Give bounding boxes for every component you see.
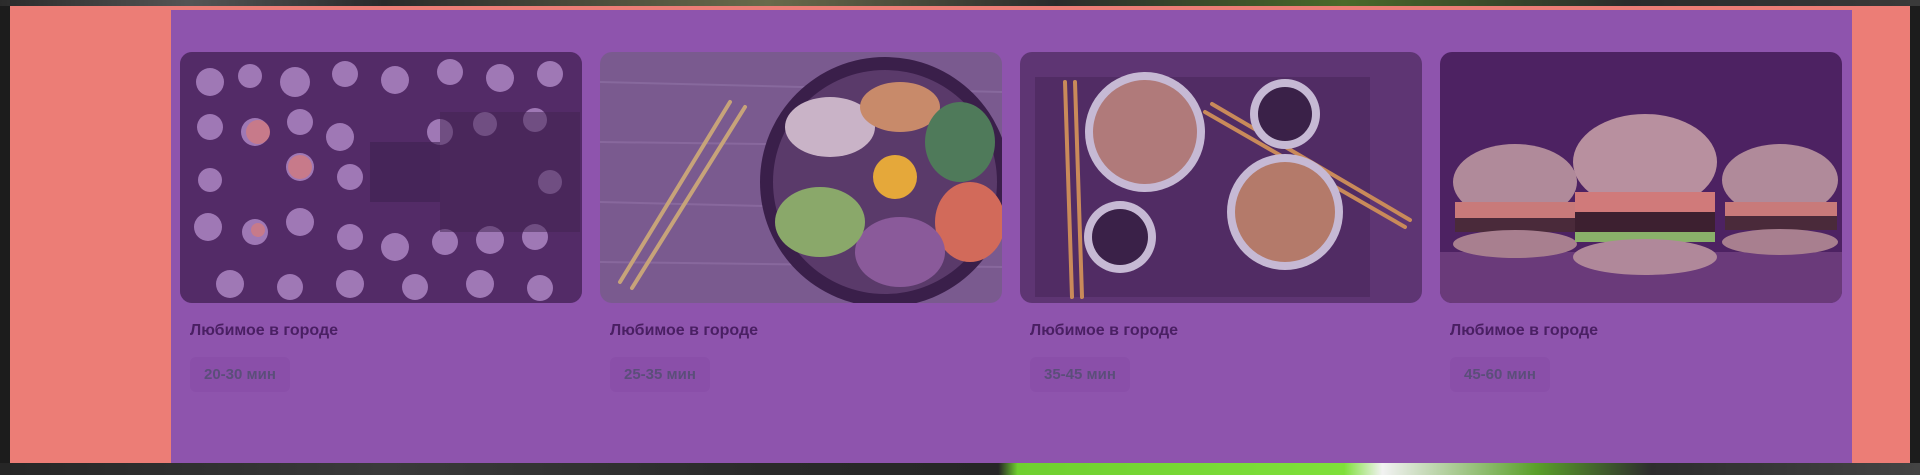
delivery-time-badge: 25-35 мин — [610, 357, 710, 392]
page: Любимое в городе 20-30 мин Любимое в гор… — [0, 0, 1920, 475]
dumplings-photo[interactable] — [180, 52, 582, 303]
restaurant-title: Любимое в городе — [190, 322, 339, 339]
delivery-time-badge: 35-45 мин — [1030, 357, 1130, 392]
restaurant-card[interactable]: Любимое в городе 20-30 мин — [180, 52, 582, 422]
noodles-photo[interactable] — [1020, 52, 1422, 303]
restaurant-card[interactable]: Любимое в городе 25-35 мин — [600, 52, 1002, 422]
burgers-photo[interactable] — [1440, 52, 1842, 303]
restaurants-container: Любимое в городе 20-30 мин Любимое в гор… — [171, 10, 1852, 463]
delivery-time-badge: 20-30 мин — [190, 357, 290, 392]
restaurant-title: Любимое в городе — [1450, 322, 1599, 339]
restaurant-title: Любимое в городе — [610, 322, 759, 339]
restaurant-card[interactable]: Любимое в городе 35-45 мин — [1020, 52, 1422, 422]
bibimbap-photo[interactable] — [600, 52, 1002, 303]
restaurant-title: Любимое в городе — [1030, 322, 1179, 339]
restaurant-card[interactable]: Любимое в городе 45-60 мин — [1440, 52, 1842, 422]
delivery-time-badge: 45-60 мин — [1450, 357, 1550, 392]
next-section-photo — [0, 463, 1920, 475]
